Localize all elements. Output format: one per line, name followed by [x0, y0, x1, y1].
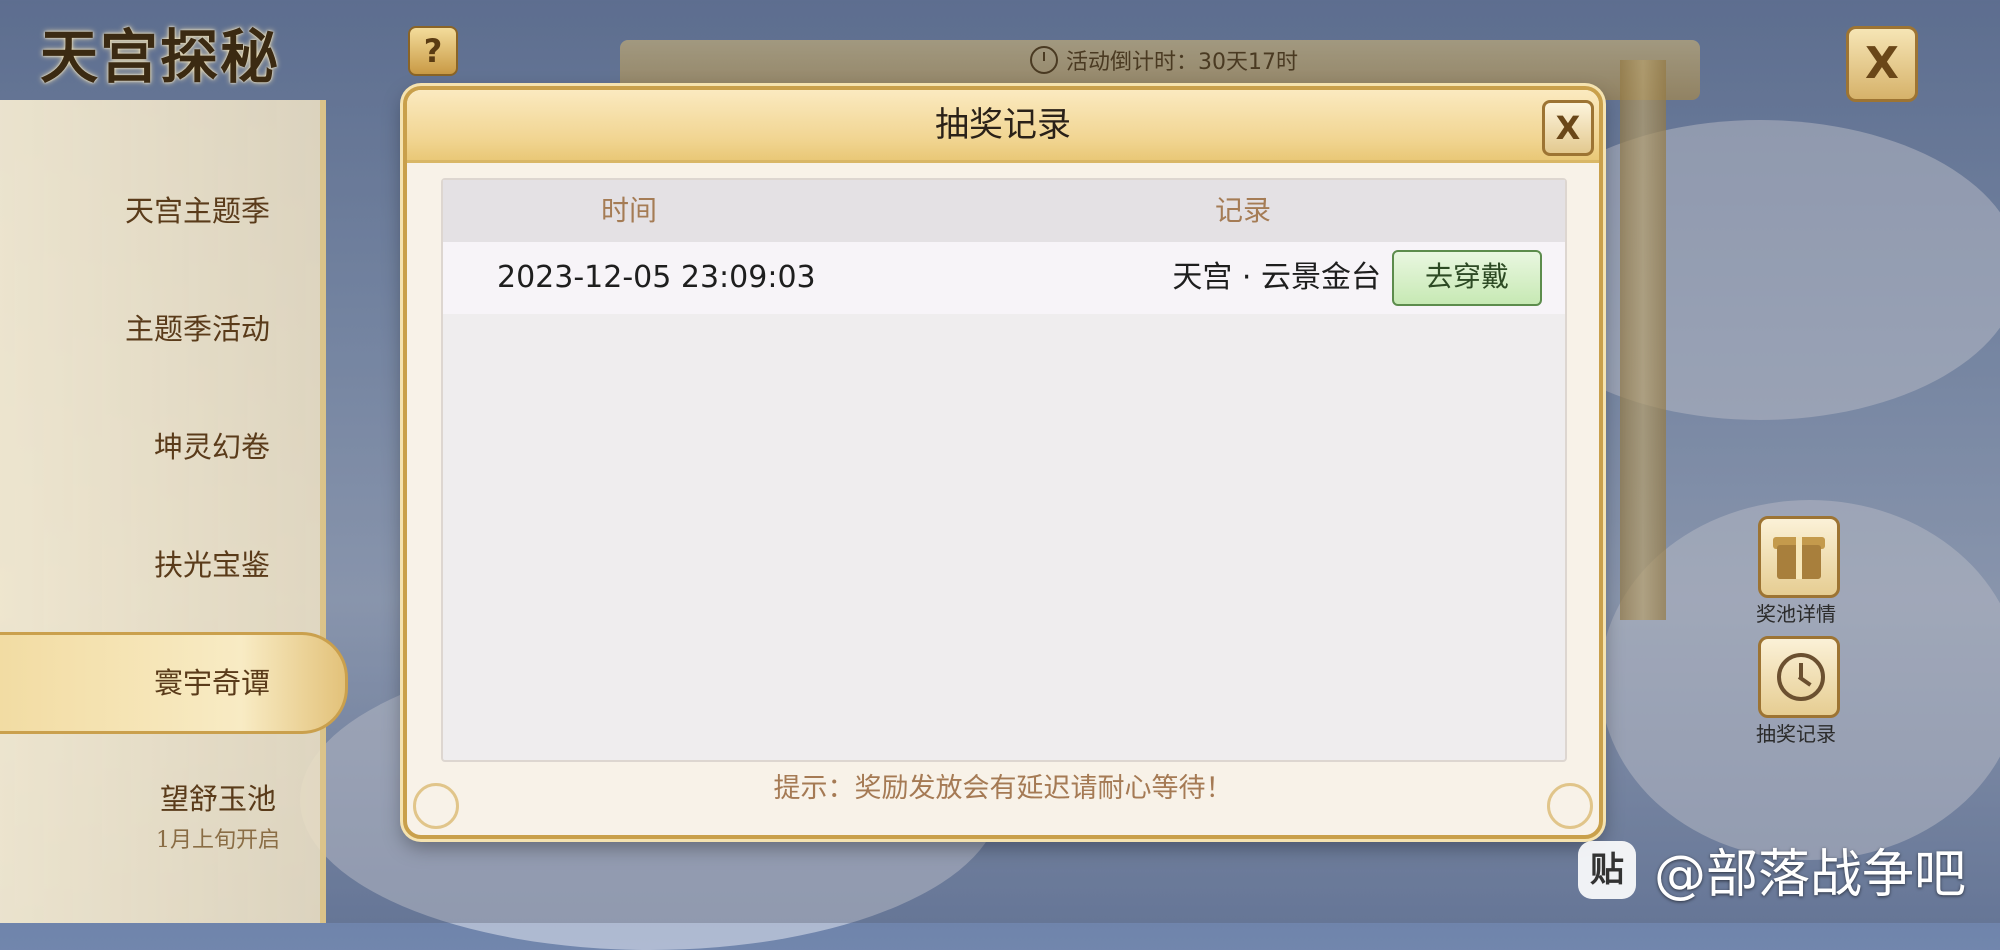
sidebar: 天宫主题季 主题季活动 坤灵幻卷 扶光宝鉴 寰宇奇谭 望舒玉池 1月上旬开启: [0, 100, 348, 923]
sidebar-item-label: 扶光宝鉴: [153, 548, 270, 582]
table-row: 2023-12-05 23:09:03 天宫 · 云景金台 去穿戴: [443, 242, 1565, 314]
draw-records-dialog: 抽奖记录 X 时间 记录 2023-12-05 23:09:03 天宫 · 云景…: [403, 86, 1603, 839]
table-header: 时间 记录: [443, 180, 1565, 242]
sidebar-item-label: 寰宇奇谭: [153, 666, 270, 700]
tieba-logo: 贴: [1578, 840, 1636, 899]
clock-icon: [1777, 653, 1825, 701]
watermark-text: @部落战争吧: [1654, 845, 1967, 905]
help-button[interactable]: ?: [408, 26, 458, 76]
sidebar-item-theme-season[interactable]: 天宫主题季: [125, 188, 270, 230]
column-header-record: 记录: [1215, 194, 1272, 227]
sidebar-item-season-activity[interactable]: 主题季活动: [125, 306, 270, 348]
sidebar-item-label: 天宫主题季: [124, 194, 270, 228]
page-close-button[interactable]: X: [1846, 26, 1918, 102]
countdown-text: 活动倒计时：30天17时: [1066, 50, 1298, 75]
sidebar-item-sublabel: 1月上旬开启: [156, 828, 280, 853]
corner-ornament: [1547, 783, 1593, 829]
sidebar-item-label: 坤灵幻卷: [153, 430, 270, 464]
column-header-time: 时间: [601, 194, 658, 227]
activity-countdown: 活动倒计时：30天17时: [1030, 44, 1298, 76]
dialog-close-button[interactable]: X: [1542, 100, 1594, 156]
dialog-title: 抽奖记录: [935, 105, 1071, 145]
draw-records-label: 抽奖记录: [1756, 722, 1836, 746]
sidebar-item-label: 主题季活动: [124, 312, 270, 346]
delay-tip: 提示：奖励发放会有延迟请耐心等待！: [773, 773, 1233, 804]
record-item: 天宫 · 云景金台: [1172, 260, 1381, 295]
pool-details-label: 奖池详情: [1756, 602, 1836, 626]
sidebar-item-fuguang-mirror[interactable]: 扶光宝鉴: [154, 542, 270, 584]
sidebar-item-label: 望舒玉池: [159, 782, 276, 816]
clock-icon: [1030, 46, 1058, 74]
sidebar-item-kunling-scroll[interactable]: 坤灵幻卷: [154, 424, 270, 466]
records-table: 时间 记录 2023-12-05 23:09:03 天宫 · 云景金台 去穿戴: [441, 178, 1567, 762]
gift-icon-ribbon: [1796, 537, 1802, 579]
pool-details-button[interactable]: [1758, 516, 1840, 598]
draw-records-button[interactable]: [1758, 636, 1840, 718]
game-logo: 天宫探秘: [40, 23, 281, 91]
sidebar-item-huanyu-tales[interactable]: 寰宇奇谭: [154, 660, 270, 702]
sidebar-item-wangshu-pool[interactable]: 望舒玉池 1月上旬开启: [156, 776, 280, 854]
record-time: 2023-12-05 23:09:03: [497, 260, 816, 295]
watermark: 贴 @部落战争吧: [1578, 832, 1966, 907]
corner-ornament: [413, 783, 459, 829]
wear-button[interactable]: 去穿戴: [1392, 250, 1542, 306]
